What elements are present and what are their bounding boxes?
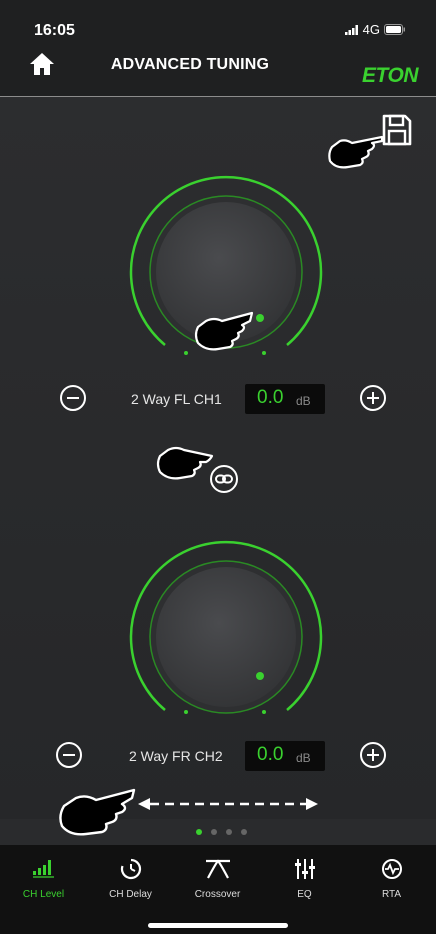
channel-2-knob[interactable] <box>128 522 324 728</box>
tap-gesture-hand-icon <box>328 135 384 169</box>
status-bar: 16:05 4G <box>0 0 436 44</box>
status-time: 16:05 <box>34 22 75 39</box>
tab-eq[interactable]: EQ <box>261 857 348 917</box>
tab-label: CH Delay <box>109 889 152 900</box>
channel-2-row: 2 Way FR CH2 0.0 dB <box>0 737 436 777</box>
channel-2-plus-button[interactable] <box>360 742 386 768</box>
channel-1-label: 2 Way FL CH1 <box>131 391 222 407</box>
page-dot[interactable] <box>241 829 247 835</box>
eq-icon <box>294 859 315 879</box>
tab-ch-level[interactable]: CH Level <box>0 857 87 917</box>
brand-logo: ETON <box>362 64 418 87</box>
channel-2-level-display: 0.0 dB <box>245 741 325 771</box>
ch-delay-icon <box>120 858 141 880</box>
tab-label: CH Level <box>22 889 65 900</box>
home-indicator[interactable] <box>148 923 288 928</box>
status-indicators: 4G <box>344 22 406 37</box>
page-dot[interactable] <box>211 829 217 835</box>
channel-1-unit: dB <box>296 394 311 408</box>
tab-label: RTA <box>381 889 402 900</box>
link-gesture-hand-icon <box>156 446 214 480</box>
page-dot[interactable] <box>226 829 232 835</box>
page-title: ADVANCED TUNING <box>110 56 270 73</box>
channel-1-value: 0.0 <box>257 387 284 408</box>
channel-1-plus-button[interactable] <box>360 385 386 411</box>
save-icon[interactable] <box>382 114 412 146</box>
channel-2-label: 2 Way FR CH2 <box>129 748 223 764</box>
signal-icon <box>344 24 358 35</box>
swipe-arrow-icon <box>138 798 318 810</box>
channel-1-level-display: 0.0 dB <box>245 384 325 414</box>
page-indicator <box>196 829 247 835</box>
drag-gesture-hand-icon <box>194 311 254 351</box>
channel-2-minus-button[interactable] <box>56 742 82 768</box>
rta-icon <box>381 859 402 879</box>
crossover-icon <box>205 859 230 879</box>
tab-label: Crossover <box>194 889 241 900</box>
battery-icon <box>384 24 405 35</box>
network-label: 4G <box>362 22 380 37</box>
page-dot[interactable] <box>196 829 202 835</box>
channel-1-minus-button[interactable] <box>60 385 86 411</box>
tab-label: EQ <box>297 889 312 900</box>
channel-2-unit: dB <box>296 751 311 765</box>
channel-2-value: 0.0 <box>257 744 284 765</box>
nav-bar: ADVANCED TUNING ETON <box>0 44 436 97</box>
ch-level-icon <box>32 860 54 878</box>
tab-ch-delay[interactable]: CH Delay <box>87 857 174 917</box>
link-channels-icon[interactable] <box>209 464 239 494</box>
tab-rta[interactable]: RTA <box>348 857 435 917</box>
tab-crossover[interactable]: Crossover <box>174 857 261 917</box>
channel-1-row: 2 Way FL CH1 0.0 dB <box>0 380 436 420</box>
